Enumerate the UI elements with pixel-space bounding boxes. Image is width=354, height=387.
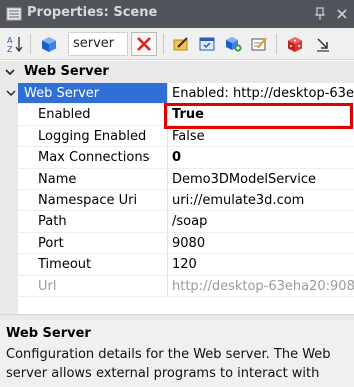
window-title: Properties: Scene [27,5,158,20]
property-name: Path [38,214,67,230]
property-value[interactable]: True [168,104,354,124]
description-text: Configuration details for the Web server… [6,347,331,387]
arrow-collapse-icon[interactable] [312,33,334,55]
search-input[interactable]: server [68,32,128,56]
property-value[interactable]: 120 [168,254,354,274]
svg-text:Z: Z [7,45,13,54]
property-value[interactable]: Demo3DModelService [168,169,354,189]
description-title: Web Server [6,326,91,341]
edit-form-icon[interactable] [248,33,270,55]
property-name: Url [38,278,57,294]
property-row-enabled[interactable]: Enabled True [18,104,354,126]
property-value[interactable]: uri://emulate3d.com [168,190,354,210]
property-name: Name [38,171,77,187]
property-row-path[interactable]: Path /soap [18,211,354,233]
description-pane: Web Server Configuration details for the… [0,320,354,387]
toolbar: A Z server [0,28,354,60]
svg-text:A: A [7,36,13,45]
clear-search-icon[interactable] [131,32,157,56]
property-row-web-server[interactable]: Web Server Enabled: http://desktop-63eh [6,83,354,105]
category-label: Web Server [24,64,109,79]
window-icon[interactable] [196,33,218,55]
properties-icon [6,6,22,22]
category-header[interactable]: Web Server [0,61,354,83]
pin-icon[interactable] [313,6,327,22]
property-row-max-connections[interactable]: Max Connections 0 [18,147,354,169]
title-bar: Properties: Scene [0,0,354,28]
property-row-name[interactable]: Name Demo3DModelService [18,168,354,190]
add-component-icon[interactable] [222,33,244,55]
property-value[interactable]: /soap [168,211,354,231]
folder-edit-icon[interactable] [170,33,192,55]
property-value[interactable]: False [168,126,354,146]
property-row-url[interactable]: Url http://desktop-63eha20:9080 [18,275,354,297]
property-name: Enabled [38,107,91,123]
property-name: Port [38,235,64,251]
property-row-port[interactable]: Port 9080 [18,232,354,255]
property-value[interactable]: 0 [168,147,354,167]
property-name: Web Server [18,83,168,104]
dice-icon[interactable] [284,33,306,55]
property-value[interactable]: http://desktop-63eha20:9080 [168,276,354,296]
property-name: Logging Enabled [38,128,147,144]
property-value[interactable]: Enabled: http://desktop-63eh [168,83,354,103]
chevron-down-icon[interactable] [6,87,16,99]
property-row-namespace-uri[interactable]: Namespace Uri uri://emulate3d.com [18,190,354,212]
property-name: Timeout [38,257,92,273]
property-name: Namespace Uri [38,193,138,208]
chevron-down-icon[interactable] [4,65,16,79]
property-name: Max Connections [38,150,150,166]
property-row-logging-enabled[interactable]: Logging Enabled False [18,125,354,148]
property-value[interactable]: 9080 [168,233,354,253]
property-grid: Web Server Web Server Enabled: http://de… [0,61,354,314]
cube-icon[interactable] [38,33,60,55]
sort-alpha-icon[interactable]: A Z [4,33,26,55]
close-icon[interactable] [335,6,349,22]
property-row-timeout[interactable]: Timeout 120 [18,254,354,276]
